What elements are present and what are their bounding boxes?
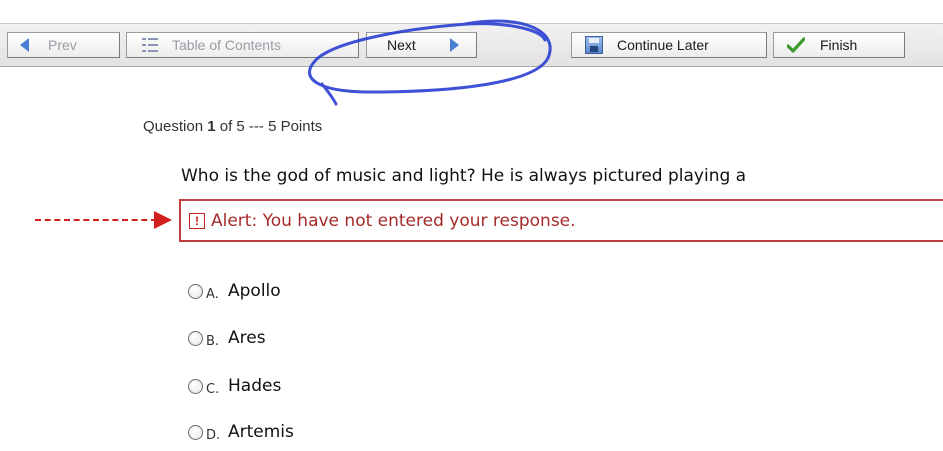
- option-d[interactable]: D. Artemis: [188, 421, 294, 443]
- continue-later-button[interactable]: Continue Later: [571, 32, 767, 58]
- prev-button-label: Prev: [48, 37, 77, 53]
- left-triangle-icon: [20, 38, 29, 52]
- navigation-toolbar: Prev Table of Contents Next Continue Lat…: [0, 23, 943, 67]
- option-letter: D.: [206, 427, 221, 443]
- option-letter: B.: [206, 333, 220, 349]
- annotation-arrow-head: [154, 211, 172, 229]
- option-c[interactable]: C. Hades: [188, 375, 281, 397]
- exclamation-icon: !: [189, 212, 205, 229]
- cropped-top-text: [0, 0, 943, 14]
- prev-button[interactable]: Prev: [7, 32, 120, 58]
- next-button-label: Next: [387, 37, 416, 53]
- alert-text: Alert: You have not entered your respons…: [211, 210, 576, 231]
- question-header-prefix: Question: [143, 118, 208, 135]
- option-text: Apollo: [228, 281, 281, 301]
- annotation-arrow-line: [35, 219, 157, 221]
- radio-button[interactable]: [188, 378, 203, 394]
- question-number: 1: [207, 118, 216, 135]
- option-b[interactable]: B. Ares: [188, 327, 266, 349]
- option-letter: A.: [206, 286, 219, 302]
- question-header: Question 1 of 5 --- 5 Points: [143, 118, 322, 135]
- option-a[interactable]: A. Apollo: [188, 280, 281, 302]
- finish-button-label: Finish: [820, 37, 858, 53]
- continue-later-label: Continue Later: [617, 37, 709, 53]
- option-text: Artemis: [228, 422, 294, 442]
- list-icon: [142, 37, 158, 53]
- next-button[interactable]: Next: [366, 32, 477, 58]
- question-header-suffix: of 5 --- 5 Points: [215, 118, 323, 135]
- table-of-contents-label: Table of Contents: [172, 37, 281, 53]
- table-of-contents-button[interactable]: Table of Contents: [126, 32, 359, 58]
- option-text: Ares: [228, 328, 266, 348]
- finish-button[interactable]: Finish: [773, 32, 905, 58]
- save-icon: [585, 36, 603, 54]
- option-letter: C.: [206, 381, 220, 397]
- radio-button[interactable]: [188, 330, 203, 346]
- question-text: Who is the god of music and light? He is…: [181, 166, 747, 186]
- option-text: Hades: [228, 376, 282, 396]
- right-triangle-icon: [449, 38, 459, 52]
- radio-button[interactable]: [188, 283, 203, 299]
- alert-box: ! Alert: You have not entered your respo…: [179, 199, 943, 242]
- radio-button[interactable]: [188, 424, 203, 440]
- checkmark-icon: [787, 37, 805, 53]
